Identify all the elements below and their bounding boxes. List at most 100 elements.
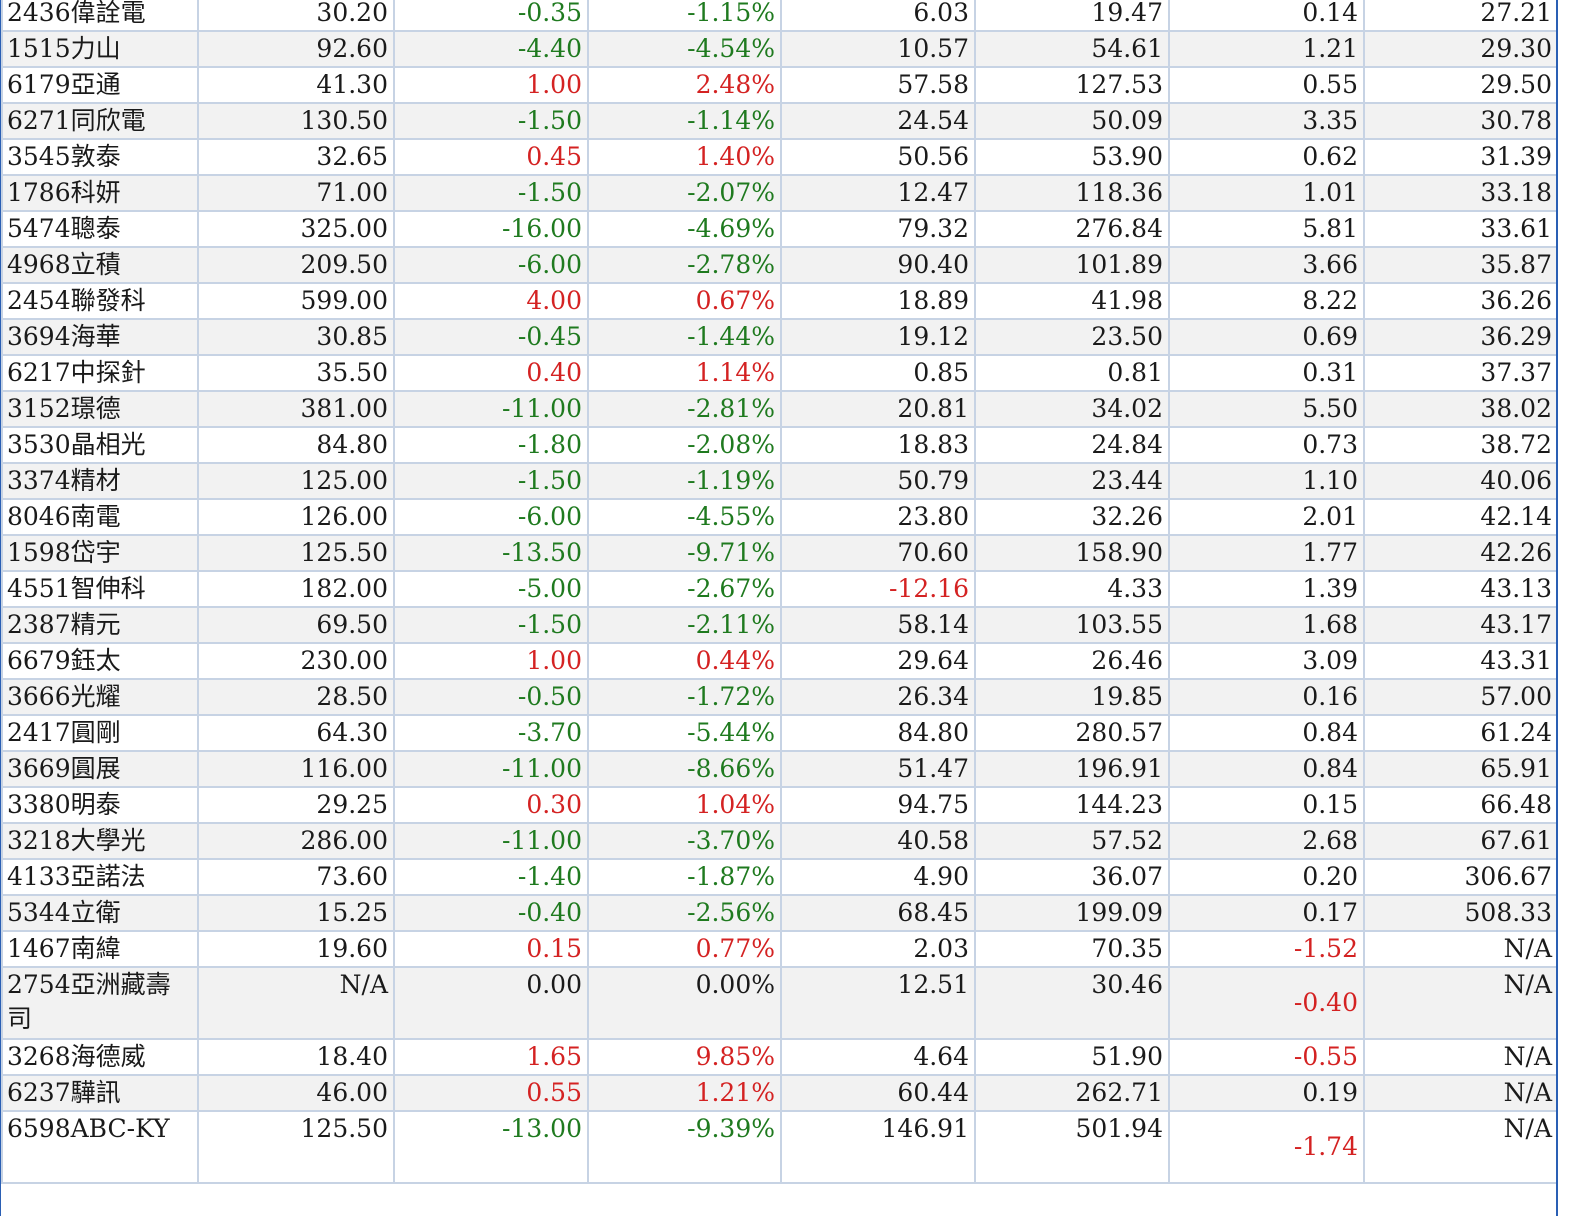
value-col-7-cell: 0.62	[1168, 138, 1365, 176]
value-col-7-cell: 2.01	[1168, 498, 1365, 536]
value-col-8-cell: 38.02	[1363, 390, 1556, 428]
value-col-7-cell: 0.14	[1168, 0, 1365, 32]
value-col-5-cell: 12.51	[780, 966, 976, 1040]
stock-name-cell: 3694海華	[1, 318, 199, 356]
value-col-5-cell: 60.44	[780, 1074, 976, 1112]
price-cell: 15.25	[197, 894, 395, 932]
value-col-6-cell: 118.36	[974, 174, 1170, 212]
stock-name-cell: 6679鈺太	[1, 642, 199, 680]
change-cell: -11.00	[393, 822, 589, 860]
value-col-5-cell: 51.47	[780, 750, 976, 788]
price-cell: N/A	[197, 966, 395, 1040]
price-cell: 46.00	[197, 1074, 395, 1112]
value-col-8-cell: 33.61	[1363, 210, 1556, 248]
value-col-6-cell: 70.35	[974, 930, 1170, 968]
value-col-8-cell: 508.33	[1363, 894, 1556, 932]
value-col-5-cell: 79.32	[780, 210, 976, 248]
value-col-6-cell: 57.52	[974, 822, 1170, 860]
value-col-5-cell: -12.16	[780, 570, 976, 608]
value-col-5-cell: 18.89	[780, 282, 976, 320]
change-cell: -3.70	[393, 714, 589, 752]
table-row: 4551智伸科 182.00 -5.00 -2.67% -12.16 4.33 1.39 43…	[1, 570, 1556, 608]
table-row: 6679鈺太 230.00 1.00 0.44% 29.64 26.46 3.09 43.31	[1, 642, 1556, 680]
stock-name-cell: 2417圓剛	[1, 714, 199, 752]
price-cell: 35.50	[197, 354, 395, 392]
price-cell: 30.20	[197, 0, 395, 32]
price-cell: 130.50	[197, 102, 395, 140]
change-cell: -11.00	[393, 750, 589, 788]
table-row: 3374精材 125.00 -1.50 -1.19% 50.79 23.44 1.10 40.…	[1, 462, 1556, 500]
change-cell: -1.50	[393, 606, 589, 644]
value-col-7-cell: -1.52	[1168, 930, 1365, 968]
table-row: 3380明泰 29.25 0.30 1.04% 94.75 144.23 0.15 66.48	[1, 786, 1556, 824]
table-row: 2454聯發科 599.00 4.00 0.67% 18.89 41.98 8.22 36.2…	[1, 282, 1556, 320]
change-percent-cell: 1.40%	[587, 138, 782, 176]
change-percent-cell: -2.81%	[587, 390, 782, 428]
value-col-5-cell: 19.12	[780, 318, 976, 356]
change-percent-cell: -4.69%	[587, 210, 782, 248]
change-percent-cell: 1.04%	[587, 786, 782, 824]
stock-name-cell: 3530晶相光	[1, 426, 199, 464]
value-col-8-cell: 65.91	[1363, 750, 1556, 788]
value-col-6-cell: 24.84	[974, 426, 1170, 464]
value-col-7-cell: 3.35	[1168, 102, 1365, 140]
value-col-5-cell: 57.58	[780, 66, 976, 104]
value-col-6-cell: 23.50	[974, 318, 1170, 356]
value-col-8-cell: 43.31	[1363, 642, 1556, 680]
value-col-6-cell: 50.09	[974, 102, 1170, 140]
page-scrollbar[interactable]	[1560, 0, 1579, 1216]
stock-name-cell: 1598岱宇	[1, 534, 199, 572]
value-col-5-cell: 23.80	[780, 498, 976, 536]
value-col-5-cell: 4.64	[780, 1038, 976, 1076]
value-col-7-cell: 0.20	[1168, 858, 1365, 896]
value-col-7-cell: 1.10	[1168, 462, 1365, 500]
change-percent-cell: 0.44%	[587, 642, 782, 680]
stock-name-cell: 6237驊訊	[1, 1074, 199, 1112]
change-cell: -5.00	[393, 570, 589, 608]
change-cell: -13.00	[393, 1110, 589, 1184]
value-col-5-cell: 70.60	[780, 534, 976, 572]
stock-name-cell: 3669圓展	[1, 750, 199, 788]
value-col-7-cell: -0.55	[1168, 1038, 1365, 1076]
table-row: 1467南緯 19.60 0.15 0.77% 2.03 70.35 -1.52 N/A	[1, 930, 1556, 968]
table-row: 3530晶相光 84.80 -1.80 -2.08% 18.83 24.84 0.73 38.…	[1, 426, 1556, 464]
stock-name-cell: 3666光耀	[1, 678, 199, 716]
price-cell: 116.00	[197, 750, 395, 788]
table-row: 6271同欣電 130.50 -1.50 -1.14% 24.54 50.09 3.35 30…	[1, 102, 1556, 140]
change-cell: -1.40	[393, 858, 589, 896]
stock-table: 2436偉詮電 30.20 -0.35 -1.15% 6.03 19.47 0.14 27.2…	[1, 0, 1556, 1184]
change-percent-cell: 9.85%	[587, 1038, 782, 1076]
change-percent-cell: -1.14%	[587, 102, 782, 140]
stock-name-cell: 4968立積	[1, 246, 199, 284]
change-percent-cell: -2.11%	[587, 606, 782, 644]
value-col-7-cell: 0.55	[1168, 66, 1365, 104]
stock-table-body: 2436偉詮電 30.20 -0.35 -1.15% 6.03 19.47 0.14 27.2…	[1, 0, 1556, 1184]
value-col-7-cell: 5.81	[1168, 210, 1365, 248]
value-col-6-cell: 34.02	[974, 390, 1170, 428]
price-cell: 71.00	[197, 174, 395, 212]
value-col-5-cell: 26.34	[780, 678, 976, 716]
value-col-8-cell: 29.30	[1363, 30, 1556, 68]
value-col-8-cell: 57.00	[1363, 678, 1556, 716]
price-cell: 92.60	[197, 30, 395, 68]
value-col-5-cell: 50.56	[780, 138, 976, 176]
value-col-6-cell: 144.23	[974, 786, 1170, 824]
value-col-6-cell: 30.46	[974, 966, 1170, 1040]
value-col-6-cell: 276.84	[974, 210, 1170, 248]
value-col-6-cell: 199.09	[974, 894, 1170, 932]
value-col-7-cell: -1.74	[1168, 1110, 1365, 1184]
change-cell: 1.00	[393, 642, 589, 680]
table-row: 3268海德威 18.40 1.65 9.85% 4.64 51.90 -0.55 N/A	[1, 1038, 1556, 1076]
change-cell: 1.00	[393, 66, 589, 104]
value-col-8-cell: 31.39	[1363, 138, 1556, 176]
value-col-6-cell: 26.46	[974, 642, 1170, 680]
change-cell: -0.45	[393, 318, 589, 356]
table-row: 6598ABC-KY 125.50 -13.00 -9.39% 146.91 501.94…	[1, 1110, 1556, 1184]
change-percent-cell: -1.87%	[587, 858, 782, 896]
value-col-5-cell: 58.14	[780, 606, 976, 644]
stock-name-cell: 1515力山	[1, 30, 199, 68]
value-col-8-cell: N/A	[1363, 1074, 1556, 1112]
value-col-7-cell: 0.31	[1168, 354, 1365, 392]
price-cell: 18.40	[197, 1038, 395, 1076]
change-percent-cell: 0.77%	[587, 930, 782, 968]
